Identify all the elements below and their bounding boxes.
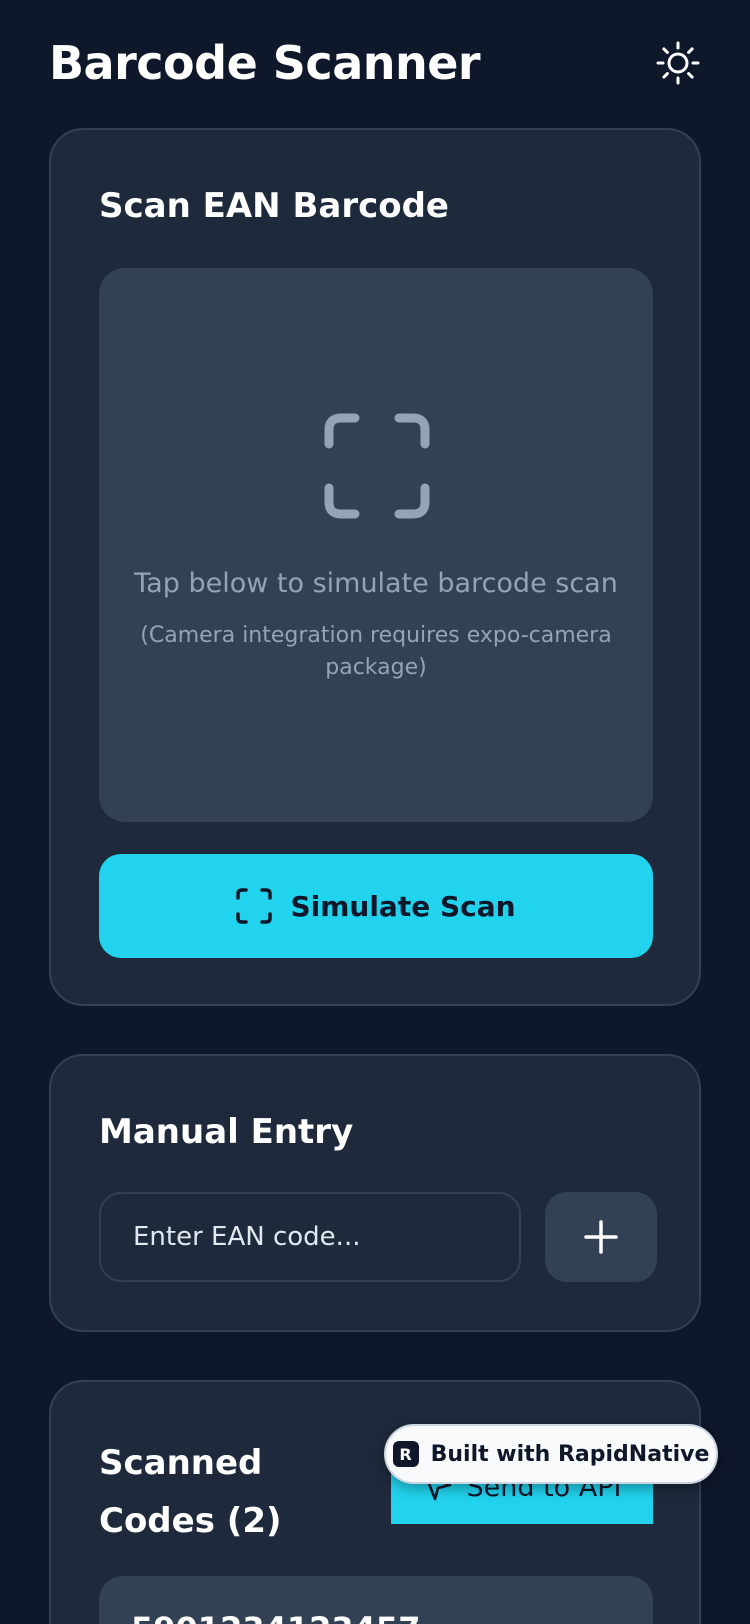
code-value: 5901234123457 [131, 1610, 420, 1624]
simulate-scan-label: Simulate Scan [290, 889, 516, 923]
scan-area[interactable]: Tap below to simulate barcode scan (Came… [99, 268, 653, 822]
scanned-codes-card: Scanned Codes (2) Send to API 5901234123… [49, 1380, 701, 1624]
sun-icon [656, 41, 700, 85]
scanned-codes-title: Scanned Codes (2) [99, 1443, 282, 1541]
simulate-scan-button[interactable]: Simulate Scan [99, 854, 653, 958]
built-with-badge[interactable]: R Built with RapidNative [384, 1424, 718, 1484]
scan-icon [236, 888, 273, 924]
list-item[interactable]: 5901234123457 [99, 1576, 653, 1624]
page-title: Barcode Scanner [49, 36, 481, 90]
header: Barcode Scanner [49, 30, 701, 100]
built-with-label: Built with RapidNative [430, 1441, 710, 1467]
manual-entry-card: Manual Entry [49, 1054, 701, 1332]
scan-hint: Tap below to simulate barcode scan [134, 568, 618, 599]
scan-subhint: (Camera integration requires expo-camera… [140, 623, 612, 680]
rapidnative-logo-icon: R [392, 1441, 419, 1467]
theme-toggle-button[interactable] [655, 40, 701, 86]
app-screen: Barcode Scanner Scan EAN Barcode Tap bel… [0, 0, 750, 1624]
manual-entry-title: Manual Entry [99, 1112, 354, 1152]
add-code-button[interactable] [545, 1192, 657, 1282]
scan-card: Scan EAN Barcode Tap below to simulate b… [49, 128, 701, 1006]
plus-icon [584, 1220, 618, 1254]
ean-input[interactable] [99, 1192, 521, 1282]
scan-frame-icon [324, 413, 430, 519]
scan-card-title: Scan EAN Barcode [99, 186, 449, 226]
